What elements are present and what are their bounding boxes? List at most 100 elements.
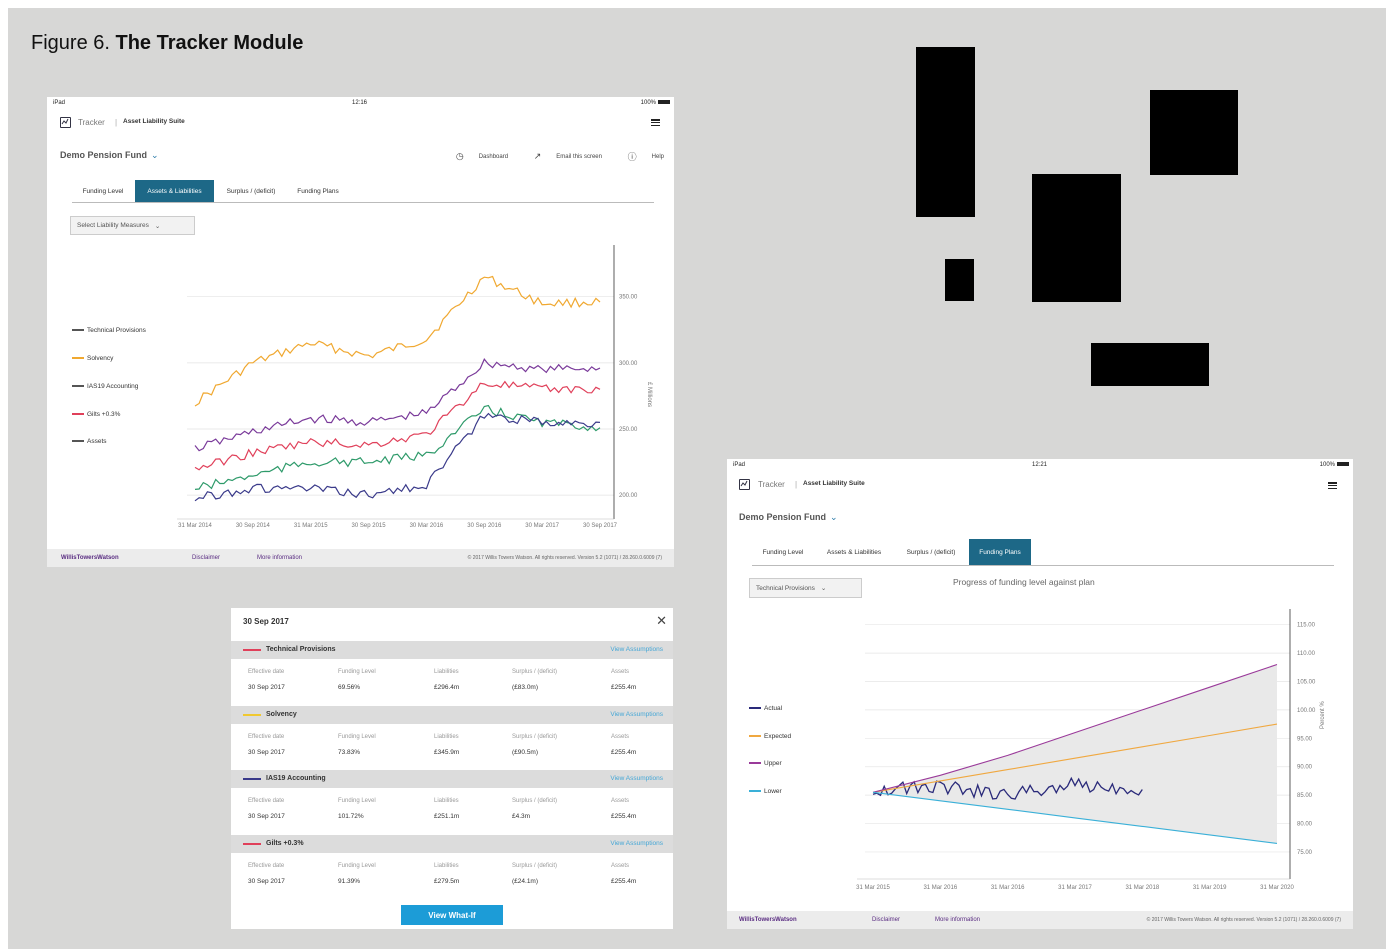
cell-value: £296.4m — [434, 684, 460, 691]
y-tick-label: 350.00 — [619, 295, 638, 301]
view-assumptions-link[interactable]: View Assumptions — [610, 646, 663, 653]
y-tick-label: 300.00 — [619, 361, 638, 367]
brand-logo: WillisTowersWatson — [739, 917, 797, 923]
x-tick-label: 31 Mar 2020 — [1260, 885, 1294, 891]
column-header: Funding Level — [338, 863, 376, 869]
column-header: Assets — [611, 669, 630, 675]
brand-logo: WillisTowersWatson — [61, 555, 119, 561]
redaction-block — [1091, 343, 1209, 386]
cell-value: £255.4m — [611, 878, 637, 885]
y-tick-label: 85.00 — [1297, 793, 1313, 799]
app-footer: WillisTowersWatson Disclaimer More infor… — [47, 549, 674, 567]
column-header: Surplus / (deficit) — [512, 863, 558, 869]
date-detail-popup: 30 Sep 2017 ✕ Technical Provisions View A… — [231, 608, 673, 929]
series-swatch — [243, 649, 261, 651]
y-tick-label: 75.00 — [1297, 850, 1313, 856]
y-tick-label: 90.00 — [1297, 765, 1313, 771]
column-header: Liabilities — [434, 669, 459, 675]
redaction-block — [1150, 90, 1238, 175]
column-header: Liabilities — [434, 798, 459, 804]
measure-section-header: Solvency View Assumptions — [231, 706, 673, 724]
close-icon[interactable]: ✕ — [656, 613, 667, 629]
x-tick-label: 30 Sep 2016 — [467, 523, 502, 529]
column-header: Funding Level — [338, 798, 376, 804]
cell-value: 30 Sep 2017 — [248, 684, 285, 691]
column-header: Assets — [611, 863, 630, 869]
x-tick-label: 30 Mar 2016 — [410, 523, 444, 529]
confidence-band — [873, 664, 1277, 844]
tracker-screen-assets-liabilities: iPad 12:16 100% Tracker | Asset Liabilit… — [47, 97, 674, 567]
column-header: Surplus / (deficit) — [512, 734, 558, 740]
cell-value: 101.72% — [338, 813, 364, 820]
redaction-block — [916, 47, 975, 217]
measure-name: Technical Provisions — [266, 646, 336, 653]
measure-section: Gilts +0.3% View Assumptions Effective dat… — [231, 835, 673, 900]
cell-value: £255.4m — [611, 684, 637, 691]
column-header: Liabilities — [434, 863, 459, 869]
cell-value: (£83.0m) — [512, 684, 539, 691]
disclaimer-link[interactable]: Disclaimer — [192, 555, 220, 561]
cell-value: 30 Sep 2017 — [248, 813, 285, 820]
cell-value: 30 Sep 2017 — [248, 878, 285, 885]
y-axis-label: Percent % — [1320, 701, 1326, 729]
cell-value: £279.5m — [434, 878, 460, 885]
column-header: Funding Level — [338, 669, 376, 675]
series-line — [194, 412, 601, 502]
series-line — [194, 358, 601, 452]
x-tick-label: 30 Sep 2017 — [583, 523, 618, 529]
cell-value: £255.4m — [611, 749, 637, 756]
view-assumptions-link[interactable]: View Assumptions — [610, 775, 663, 782]
cell-value: £345.9m — [434, 749, 460, 756]
measure-section: IAS19 Accounting View Assumptions Effectiv… — [231, 770, 673, 835]
more-information-link[interactable]: More information — [257, 555, 302, 561]
column-header: Effective date — [248, 798, 285, 804]
disclaimer-link[interactable]: Disclaimer — [872, 917, 900, 923]
x-tick-label: 31 Mar 2015 — [856, 885, 890, 891]
view-what-if-button[interactable]: View What-If — [401, 905, 503, 925]
cell-value: £255.4m — [611, 813, 637, 820]
column-header: Effective date — [248, 669, 285, 675]
series-swatch — [243, 778, 261, 780]
y-tick-label: 115.00 — [1297, 623, 1316, 629]
column-header: Assets — [611, 734, 630, 740]
measure-section: Solvency View Assumptions Effective date 30… — [231, 706, 673, 771]
cell-value: 30 Sep 2017 — [248, 749, 285, 756]
y-axis-label: £ Millions — [646, 382, 652, 407]
x-tick-label: 30 Sep 2014 — [236, 523, 271, 529]
cell-value: £251.1m — [434, 813, 460, 820]
y-tick-label: 250.00 — [619, 427, 638, 433]
view-assumptions-link[interactable]: View Assumptions — [610, 840, 663, 847]
series-swatch — [243, 843, 261, 845]
measure-name: Solvency — [266, 711, 297, 718]
measure-section-header: Technical Provisions View Assumptions — [231, 641, 673, 659]
measure-section-header: IAS19 Accounting View Assumptions — [231, 770, 673, 788]
x-tick-label: 31 Mar 2014 — [178, 523, 212, 529]
y-tick-label: 200.00 — [619, 493, 638, 499]
x-tick-label: 31 Mar 2017 — [1058, 885, 1092, 891]
x-tick-label: 31 Mar 2019 — [1193, 885, 1227, 891]
cell-value: (£90.5m) — [512, 749, 539, 756]
column-header: Effective date — [248, 863, 285, 869]
x-tick-label: 31 Mar 2016 — [923, 885, 957, 891]
copyright-text: © 2017 Willis Towers Watson. All rights … — [1146, 917, 1341, 923]
column-header: Liabilities — [434, 734, 459, 740]
assets-liabilities-chart: 350.00 300.00 250.00 200.00 £ Millions 31 Mar… — [177, 245, 652, 529]
cell-value: 73.83% — [338, 749, 361, 756]
popup-date: 30 Sep 2017 — [243, 617, 289, 626]
column-header: Surplus / (deficit) — [512, 798, 558, 804]
more-information-link[interactable]: More information — [935, 917, 980, 923]
series-line — [194, 275, 601, 407]
measure-section: Technical Provisions View Assumptions Effe… — [231, 641, 673, 706]
copyright-text: © 2017 Willis Towers Watson. All rights … — [467, 555, 662, 561]
x-tick-label: 31 Mar 2018 — [1125, 885, 1159, 891]
cell-value: (£24.1m) — [512, 878, 539, 885]
series-swatch — [243, 714, 261, 716]
column-header: Assets — [611, 798, 630, 804]
x-tick-label: 30 Sep 2015 — [352, 523, 387, 529]
measure-name: IAS19 Accounting — [266, 775, 326, 782]
y-tick-label: 110.00 — [1297, 651, 1316, 657]
x-tick-label: 31 Mar 2016 — [991, 885, 1025, 891]
view-assumptions-link[interactable]: View Assumptions — [610, 711, 663, 718]
measure-name: Gilts +0.3% — [266, 840, 304, 847]
app-footer: WillisTowersWatson Disclaimer More infor… — [727, 911, 1353, 929]
